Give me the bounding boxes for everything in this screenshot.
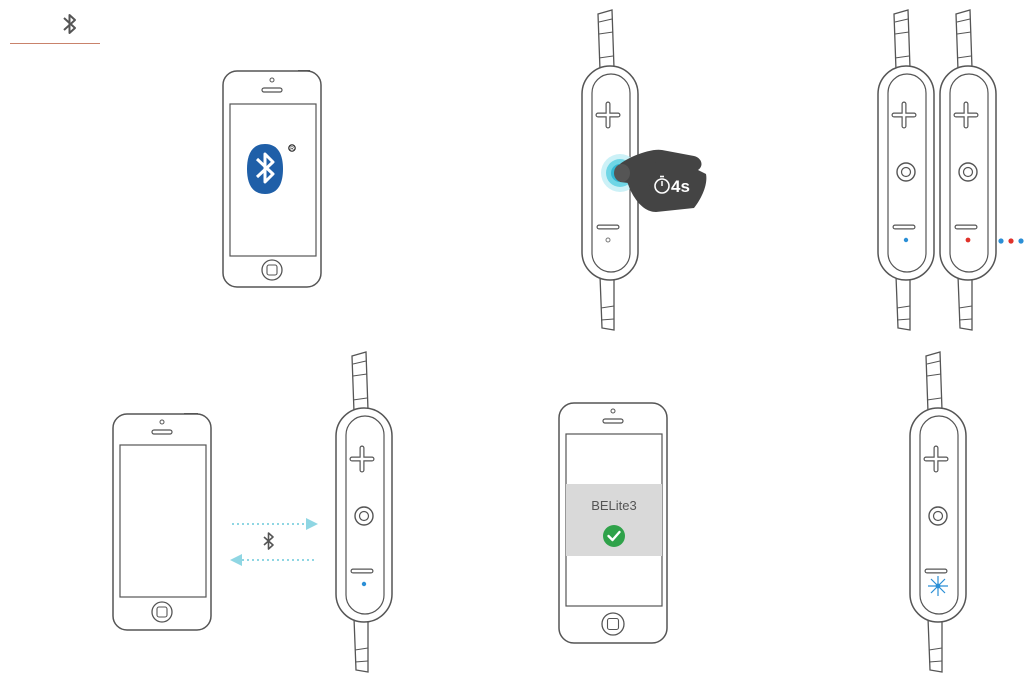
bluetooth-logo-icon: R <box>247 144 296 194</box>
remote-connecting <box>335 351 393 673</box>
remote-led-red <box>939 9 997 331</box>
led-flash-icon <box>928 576 948 596</box>
header-divider <box>10 43 100 44</box>
stopwatch-label: 4s <box>654 175 690 196</box>
remote-led-blue <box>877 9 935 331</box>
stopwatch-icon <box>654 175 670 194</box>
svg-text:R: R <box>290 146 294 152</box>
led-blink-sequence <box>998 238 1024 244</box>
remote-led-flash <box>909 351 967 673</box>
pairing-signal <box>230 518 318 566</box>
phone-paired: BELite3 <box>558 402 668 644</box>
phone-connecting <box>112 413 212 631</box>
header-bluetooth-icon <box>63 14 76 34</box>
signal-bluetooth-icon <box>263 532 274 550</box>
hold-duration-label: 4s <box>671 177 690 196</box>
paired-device-name: BELite3 <box>591 498 637 513</box>
check-circle-icon <box>603 525 625 547</box>
